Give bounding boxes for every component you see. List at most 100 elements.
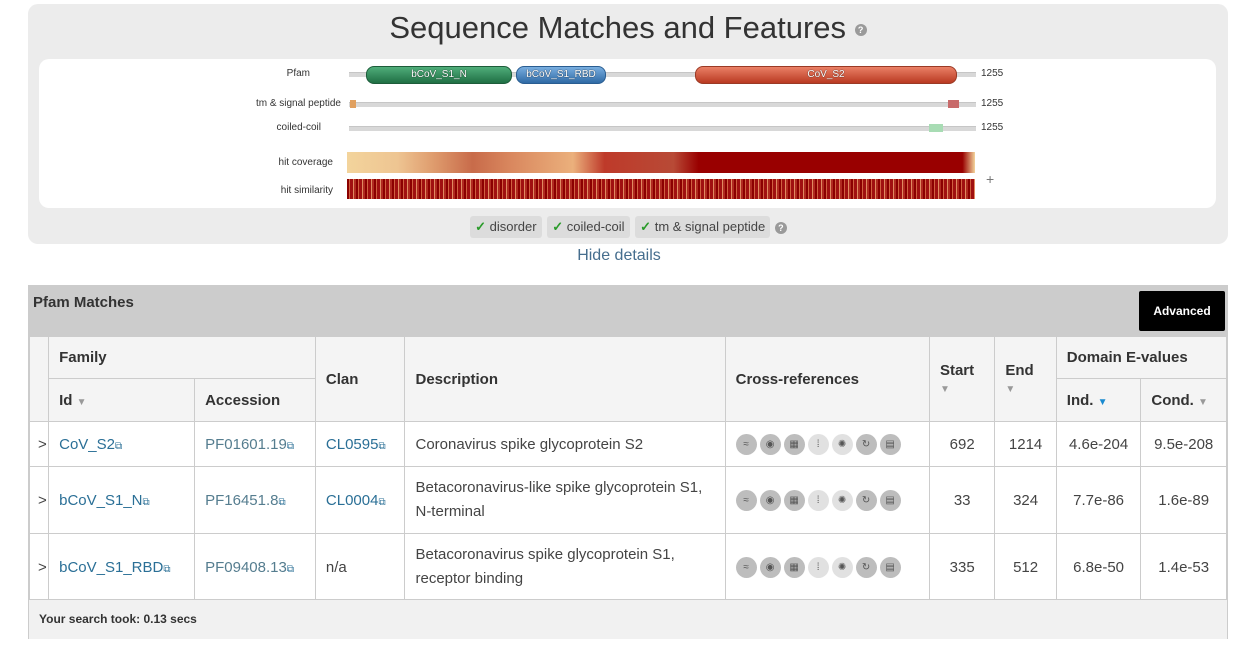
search-time-text: Your search took: 0.13 secs <box>39 612 197 626</box>
family-id-link[interactable]: bCoV_S1_N <box>59 492 142 509</box>
id-header[interactable]: Id ▼ <box>48 378 196 422</box>
family-id-link[interactable]: bCoV_S1_RBD <box>59 559 163 576</box>
sort-caret-icon[interactable]: ▼ <box>1098 397 1108 408</box>
ind-evalue-cell: 4.6e-204 <box>1055 421 1142 467</box>
table-row: > bCoV_S1_RBD⧉ PF09408.13⧉ n/a Betacoron… <box>28 533 1227 601</box>
accession-cell: PF01601.19⧉ <box>194 421 316 467</box>
track-label-hit-coverage: hit coverage <box>278 157 333 168</box>
external-link-icon[interactable]: ⧉ <box>287 441 294 452</box>
clan-link[interactable]: CL0595 <box>326 436 379 453</box>
accession-link[interactable]: PF09408.13 <box>205 559 287 576</box>
sequence-icon[interactable]: ≈ <box>735 556 757 578</box>
external-link-icon[interactable]: ⧉ <box>278 497 285 508</box>
family-id-link[interactable]: CoV_S2 <box>59 436 115 453</box>
expand-toggle[interactable]: > <box>28 421 50 467</box>
toggle-disorder[interactable]: ✓ disorder <box>470 216 542 238</box>
cond-evalue-cell: 1.6e-89 <box>1140 466 1227 534</box>
track-label-tm-signal: tm & signal peptide <box>255 98 341 109</box>
external-link-icon[interactable]: ⧉ <box>287 564 294 575</box>
accession-link[interactable]: PF16451.8 <box>205 492 278 509</box>
id-header-label: Id <box>59 391 73 409</box>
hide-details-link[interactable]: Hide details <box>0 247 1238 265</box>
plus-icon[interactable]: + <box>986 171 994 187</box>
external-link-icon[interactable]: ⧉ <box>115 441 122 452</box>
coiled-coil-block[interactable] <box>929 124 943 132</box>
cycle-icon[interactable]: ↻ <box>855 489 877 511</box>
start-cell: 33 <box>928 466 996 534</box>
structure-icon[interactable]: ◉ <box>759 433 781 455</box>
external-link-icon[interactable]: ⧉ <box>378 441 385 452</box>
family-header: Family <box>48 336 316 379</box>
expand-header <box>28 336 50 422</box>
hit-coverage-bar <box>347 152 975 173</box>
cycle-icon[interactable]: ↻ <box>855 433 877 455</box>
domain-bcov-s1-rbd[interactable]: bCoV_S1_RBD <box>516 66 606 84</box>
ind-header-label: Ind. <box>1066 391 1094 409</box>
external-link-icon[interactable]: ⧉ <box>143 497 150 508</box>
help-icon[interactable]: ? <box>774 221 787 234</box>
cond-evalue-cell: 9.5e-208 <box>1140 421 1227 467</box>
accession-header: Accession <box>194 378 316 422</box>
virus-icon[interactable]: ✺ <box>831 433 853 455</box>
domain-evalues-header: Domain E-values <box>1055 336 1228 379</box>
clan-cell: n/a <box>314 533 406 601</box>
sort-caret-icon[interactable]: ▼ <box>1005 384 1015 395</box>
track-label-hit-similarity: hit similarity <box>280 185 333 196</box>
start-header-label: Start <box>939 362 975 379</box>
virus-icon[interactable]: ✺ <box>831 489 853 511</box>
check-icon: ✓ <box>552 219 564 234</box>
feature-viewer: Pfam bCoV_S1_N bCoV_S1_RBD CoV_S2 1255 t… <box>39 59 1216 208</box>
external-link-icon[interactable]: ⧉ <box>378 497 385 508</box>
sort-caret-icon[interactable]: ▼ <box>1198 397 1208 408</box>
structure-icon[interactable]: ◉ <box>759 556 781 578</box>
start-header[interactable]: Start ▼ <box>928 336 996 422</box>
expand-toggle[interactable]: > <box>28 466 50 534</box>
clan-cell: CL0004⧉ <box>314 466 406 534</box>
document-icon[interactable]: ▤ <box>879 489 901 511</box>
cond-header-label: Cond. <box>1151 391 1194 409</box>
domain-bcov-s1-n[interactable]: bCoV_S1_N <box>366 66 512 84</box>
toggle-tm-signal-peptide[interactable]: ✓ tm & signal peptide <box>635 216 771 238</box>
search-time-footer: Your search took: 0.13 secs <box>29 599 1227 639</box>
toggle-coiled-coil[interactable]: ✓ coiled-coil <box>547 216 630 238</box>
check-icon: ✓ <box>640 219 652 234</box>
table-row: > bCoV_S1_N⧉ PF16451.8⧉ CL0004⧉ Betacoro… <box>28 466 1227 534</box>
sequence-icon[interactable]: ≈ <box>735 489 757 511</box>
domain-cov-s2[interactable]: CoV_S2 <box>695 66 957 84</box>
sort-caret-icon[interactable]: ▼ <box>77 397 87 408</box>
grid-icon[interactable]: ▦ <box>783 489 805 511</box>
sequence-icon[interactable]: ≈ <box>735 433 757 455</box>
ind-evalue-cell: 7.7e-86 <box>1055 466 1142 534</box>
structure-icon[interactable]: ◉ <box>759 489 781 511</box>
external-link-icon[interactable]: ⧉ <box>163 564 170 575</box>
accession-link[interactable]: PF01601.19 <box>205 436 287 453</box>
pfam-matches-title: Pfam Matches <box>33 294 134 311</box>
id-cell: bCoV_S1_RBD⧉ <box>48 533 196 601</box>
track-line-coiled-coil <box>349 126 976 131</box>
grid-icon[interactable]: ▦ <box>783 556 805 578</box>
clan-link[interactable]: CL0004 <box>326 492 379 509</box>
end-header[interactable]: End ▼ <box>994 336 1057 422</box>
tm-block[interactable] <box>948 100 959 108</box>
tree-icon[interactable]: ⁞ <box>807 556 829 578</box>
tree-icon[interactable]: ⁞ <box>807 433 829 455</box>
advanced-button[interactable]: Advanced <box>1139 291 1225 331</box>
id-cell: CoV_S2⧉ <box>48 421 196 467</box>
cond-evalue-cell: 1.4e-53 <box>1140 533 1227 601</box>
grid-icon[interactable]: ▦ <box>783 433 805 455</box>
tree-icon[interactable]: ⁞ <box>807 489 829 511</box>
cross-references-header: Cross-references <box>724 336 930 422</box>
signal-peptide-block[interactable] <box>350 100 356 108</box>
help-icon[interactable]: ? <box>854 23 867 36</box>
document-icon[interactable]: ▤ <box>879 433 901 455</box>
ind-header[interactable]: Ind. ▼ <box>1055 378 1142 422</box>
cond-header[interactable]: Cond. ▼ <box>1140 378 1227 422</box>
end-cell: 1214 <box>994 421 1057 467</box>
feature-toggles: ✓ disorder ✓ coiled-coil ✓ tm & signal p… <box>28 216 1228 238</box>
virus-icon[interactable]: ✺ <box>831 556 853 578</box>
expand-toggle[interactable]: > <box>28 533 50 601</box>
sort-caret-icon[interactable]: ▼ <box>940 384 950 395</box>
description-cell: Betacoronavirus-like spike glycoprotein … <box>404 466 726 534</box>
cycle-icon[interactable]: ↻ <box>855 556 877 578</box>
document-icon[interactable]: ▤ <box>879 556 901 578</box>
